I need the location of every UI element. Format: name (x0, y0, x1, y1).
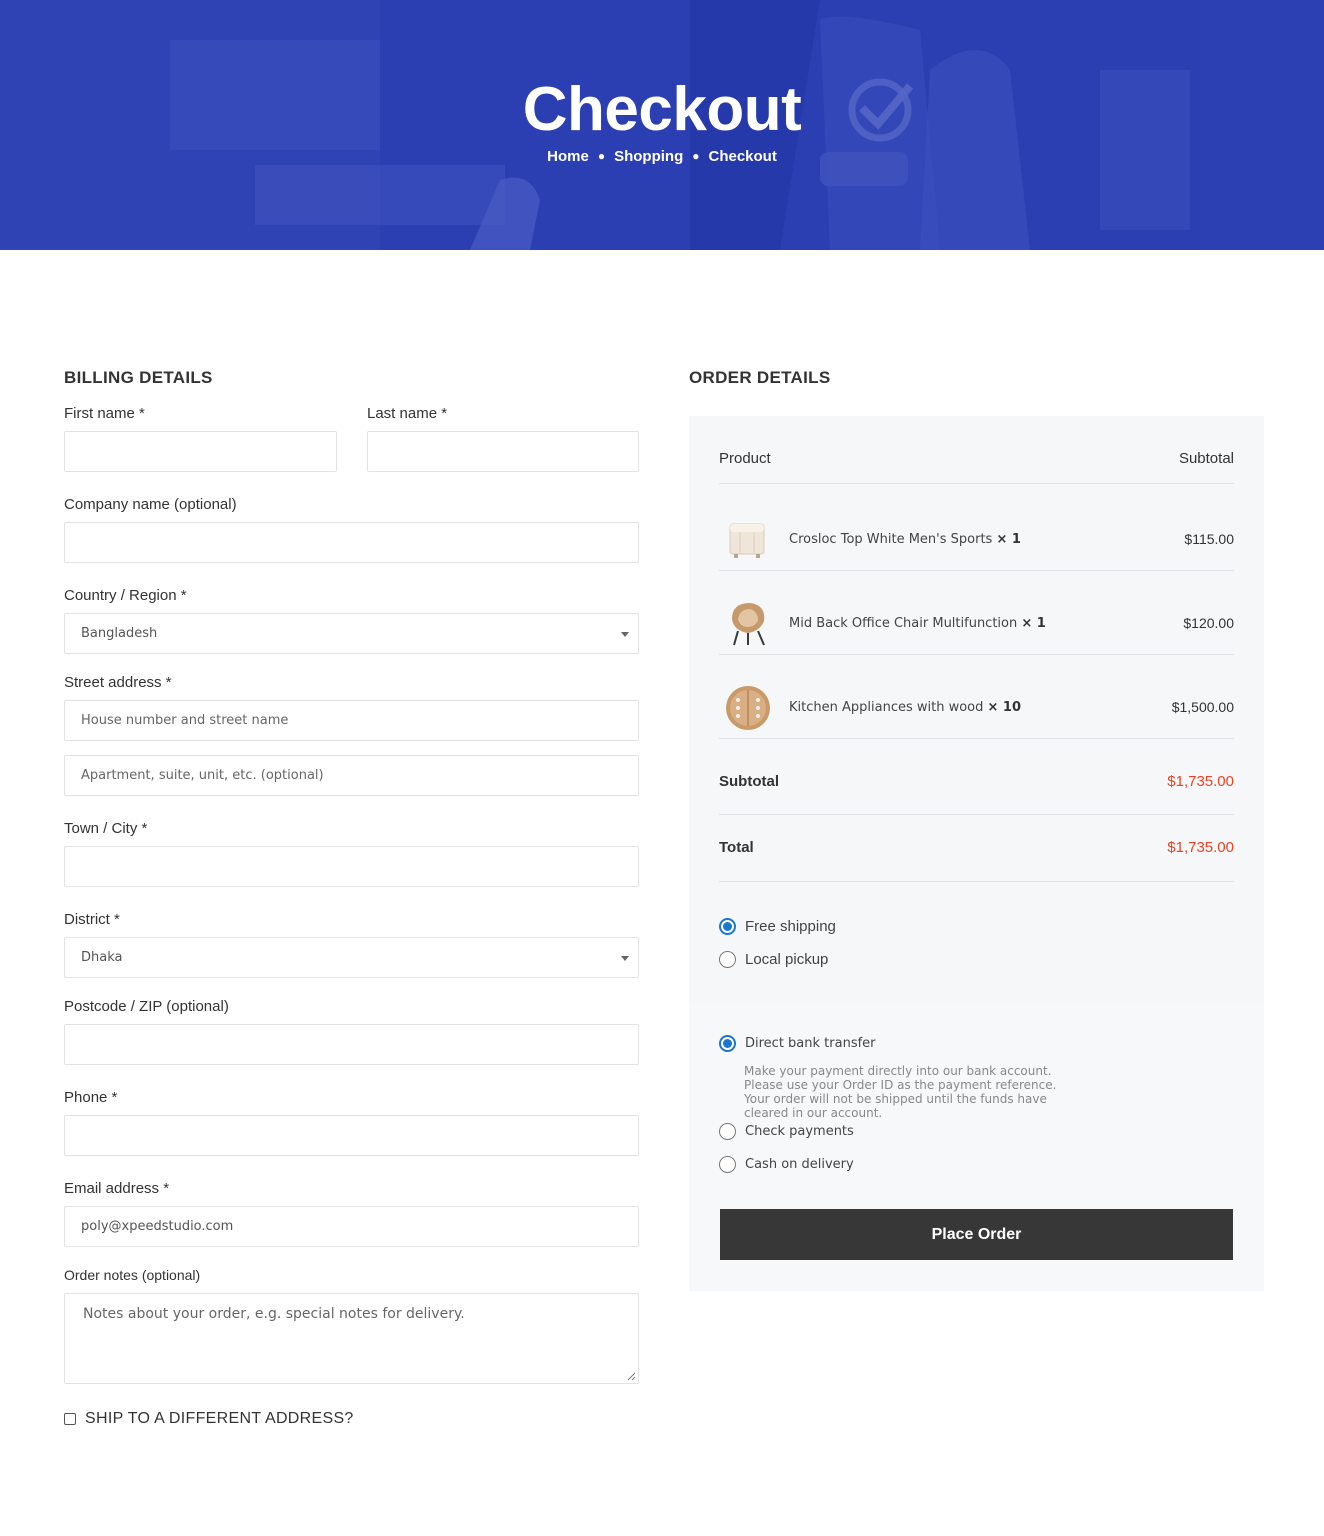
order-notes-textarea[interactable]: Notes about your order, e.g. special not… (64, 1293, 639, 1384)
first-name-input[interactable] (64, 431, 337, 472)
order-notes-label: Order notes (optional) (64, 1267, 201, 1283)
company-name-input[interactable] (64, 522, 639, 563)
country-select-value: Bangladesh (81, 626, 158, 641)
divider (719, 654, 1234, 655)
ship-different-address-label: SHIP TO A DIFFERENT ADDRESS? (85, 1410, 354, 1427)
divider (719, 881, 1234, 882)
bank-transfer-label: Direct bank transfer (745, 1036, 876, 1051)
shipping-option-free[interactable]: Free shipping (719, 918, 836, 935)
payment-option-check[interactable]: Check payments (719, 1123, 854, 1140)
divider (719, 483, 1234, 484)
order-item-price: $120.00 (1183, 615, 1234, 631)
local-pickup-label: Local pickup (745, 951, 829, 968)
place-order-button[interactable]: Place Order (720, 1209, 1233, 1260)
postcode-input[interactable] (64, 1024, 639, 1065)
breadcrumb-separator: ● (597, 149, 606, 163)
subtotal-column-header: Subtotal (1178, 450, 1234, 467)
district-select[interactable]: Dhaka (64, 937, 639, 978)
city-label: Town / City * (64, 820, 148, 837)
divider (719, 814, 1234, 815)
divider (719, 570, 1234, 571)
country-select[interactable]: Bangladesh (64, 613, 639, 654)
city-input[interactable] (64, 846, 639, 887)
last-name-label: Last name * (367, 405, 448, 422)
order-notes-placeholder: Notes about your order, e.g. special not… (83, 1306, 465, 1322)
district-select-value: Dhaka (81, 950, 123, 965)
bank-transfer-description: Make your payment directly into our bank… (744, 1064, 1057, 1120)
local-pickup-radio[interactable] (719, 951, 736, 968)
product-thumbnail-sports-box (729, 523, 765, 558)
product-thumbnail-office-chair (732, 603, 765, 646)
total-value: $1,735.00 (1167, 839, 1234, 856)
street-address-label: Street address * (64, 674, 172, 691)
order-item-price: $115.00 (1184, 531, 1234, 547)
resize-handle-icon[interactable] (627, 1372, 636, 1381)
cash-on-delivery-label: Cash on delivery (745, 1157, 854, 1172)
shipping-option-local-pickup[interactable]: Local pickup (719, 951, 828, 968)
divider (719, 738, 1234, 739)
chevron-down-icon (621, 632, 629, 637)
district-label: District * (64, 911, 120, 928)
total-label: Total (719, 839, 754, 856)
payment-option-bank-transfer[interactable]: Direct bank transfer (719, 1035, 876, 1052)
product-thumbnail-kitchen-wood (726, 686, 770, 730)
breadcrumb-current: Checkout (708, 148, 777, 165)
breadcrumb: Home ● Shopping ● Checkout (0, 148, 1324, 165)
chevron-down-icon (621, 956, 629, 961)
ship-different-address-checkbox[interactable] (64, 1413, 76, 1425)
breadcrumb-separator: ● (692, 149, 700, 163)
billing-details-title: BILLING DETAILS (64, 368, 213, 387)
country-label: Country / Region * (64, 587, 187, 604)
product-column-header: Product (719, 450, 771, 467)
cash-on-delivery-radio[interactable] (719, 1156, 736, 1173)
order-details-title: ORDER DETAILS (689, 368, 831, 387)
apartment-input[interactable]: Apartment, suite, unit, etc. (optional) (64, 755, 639, 796)
order-item-name: Mid Back Office Chair Multifunction × 1 (789, 616, 1046, 631)
page-title: Checkout (522, 75, 802, 144)
street-address-input[interactable]: House number and street name (64, 700, 639, 741)
breadcrumb-home-link[interactable]: Home (547, 148, 589, 165)
order-summary-panel: Product Subtotal Crosloc Top White Men's… (689, 416, 1264, 1291)
free-shipping-radio[interactable] (719, 918, 736, 935)
page-hero: Checkout Home ● Shopping ● Checkout (0, 0, 1324, 250)
phone-input[interactable] (64, 1115, 639, 1156)
check-payments-label: Check payments (745, 1124, 854, 1139)
phone-label: Phone * (64, 1089, 118, 1106)
email-label: Email address * (64, 1180, 170, 1197)
order-item-name: Kitchen Appliances with wood × 10 (789, 700, 1022, 715)
order-item-price: $1,500.00 (1171, 699, 1234, 715)
email-input[interactable]: poly@xpeedstudio.com (64, 1206, 639, 1247)
subtotal-label: Subtotal (719, 773, 779, 790)
free-shipping-label: Free shipping (745, 918, 836, 935)
payment-option-cod[interactable]: Cash on delivery (719, 1156, 854, 1173)
last-name-input[interactable] (367, 431, 639, 472)
ship-different-address-option[interactable]: SHIP TO A DIFFERENT ADDRESS? (64, 1410, 354, 1428)
company-name-label: Company name (optional) (64, 496, 237, 513)
bank-transfer-radio[interactable] (719, 1035, 736, 1052)
check-payments-radio[interactable] (719, 1123, 736, 1140)
breadcrumb-shopping-link[interactable]: Shopping (614, 148, 683, 165)
subtotal-value: $1,735.00 (1167, 773, 1234, 790)
postcode-label: Postcode / ZIP (optional) (64, 998, 229, 1015)
order-item-name: Crosloc Top White Men's Sports × 1 (789, 532, 1021, 547)
first-name-label: First name * (64, 405, 145, 422)
